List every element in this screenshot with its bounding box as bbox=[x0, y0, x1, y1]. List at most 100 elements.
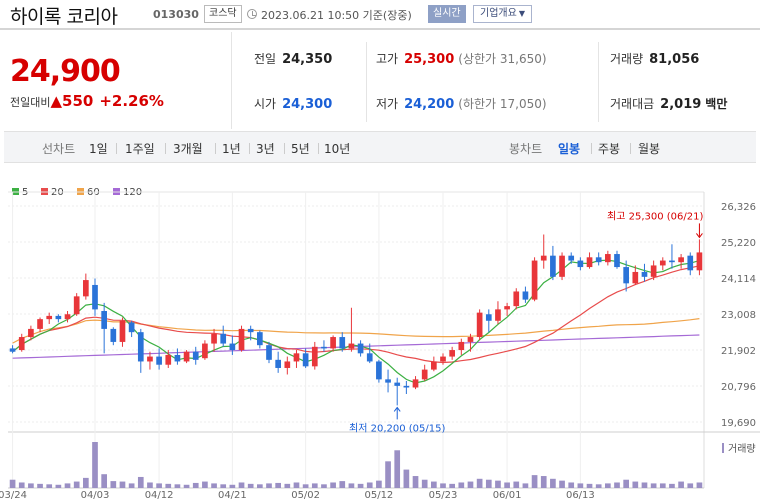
divider bbox=[318, 143, 319, 154]
prev-close-stat: 전일 24,350 bbox=[254, 50, 332, 67]
period-1y[interactable]: 1년 bbox=[222, 140, 241, 157]
candle-daily[interactable]: 일봉 bbox=[558, 140, 580, 157]
volume-bar bbox=[550, 478, 556, 488]
divider bbox=[116, 143, 117, 154]
amount-label: 거래대금 bbox=[610, 97, 655, 111]
divider bbox=[630, 143, 631, 154]
volume-bar bbox=[128, 483, 135, 488]
volume-bar bbox=[586, 483, 593, 488]
y-tick-label: 26,326 bbox=[721, 202, 756, 213]
candle-body bbox=[504, 306, 510, 310]
candle-body bbox=[366, 353, 373, 362]
x-tick-label: 03/24 bbox=[0, 490, 27, 501]
candle-body bbox=[202, 343, 208, 359]
candle-body bbox=[293, 353, 300, 362]
volume-bar bbox=[687, 483, 694, 488]
candle-body bbox=[330, 337, 336, 349]
low-annotation: 최저 20,200 (05/15) bbox=[349, 422, 445, 434]
candle-body bbox=[137, 332, 144, 362]
candle-body bbox=[421, 369, 428, 380]
volume-bar bbox=[431, 481, 437, 488]
volume-bar bbox=[540, 476, 547, 488]
candle-body bbox=[18, 337, 25, 351]
low-value: 24,200 bbox=[404, 97, 455, 112]
volume-stat: 거래량 81,056 bbox=[610, 50, 699, 67]
candle-body bbox=[650, 265, 657, 277]
candle-body bbox=[476, 312, 483, 338]
candle-monthly[interactable]: 월봉 bbox=[638, 140, 660, 157]
candle-body bbox=[577, 260, 584, 268]
candle-weekly[interactable]: 주봉 bbox=[598, 140, 620, 157]
y-tick-label: 20,796 bbox=[721, 382, 756, 393]
candle-body bbox=[568, 255, 575, 261]
volume-bar bbox=[385, 461, 391, 488]
volume-bar bbox=[238, 482, 245, 488]
company-overview-label: 기업개요 bbox=[480, 8, 517, 19]
price-chart[interactable]: 5206012026,32625,22024,11423,00821,90220… bbox=[0, 164, 760, 504]
volume-bar bbox=[623, 479, 629, 488]
price-block: 24,900 전일대비▲550 +2.26% bbox=[0, 32, 232, 129]
volume-bar bbox=[37, 483, 43, 488]
volume-bar bbox=[366, 482, 373, 488]
volume-bar bbox=[476, 478, 483, 488]
volume-bar bbox=[696, 482, 703, 488]
volume-bar bbox=[440, 483, 446, 488]
y-tick-label: 19,690 bbox=[721, 418, 756, 429]
period-3m[interactable]: 3개월 bbox=[173, 140, 203, 157]
period-10y[interactable]: 10년 bbox=[324, 140, 350, 157]
candle-body bbox=[229, 343, 236, 351]
volume-bar bbox=[321, 484, 327, 488]
volume-bar bbox=[485, 479, 492, 488]
volume-bar bbox=[495, 480, 501, 488]
x-tick-label: 05/12 bbox=[364, 490, 393, 501]
x-tick-label: 04/21 bbox=[218, 490, 247, 501]
volume-bar bbox=[577, 483, 584, 488]
volume-bar bbox=[403, 469, 410, 488]
volume-bar bbox=[119, 481, 126, 488]
volume-bar bbox=[412, 476, 419, 488]
volume-bar bbox=[632, 481, 639, 488]
volume-bar bbox=[595, 484, 602, 488]
y-tick-label: 23,008 bbox=[721, 310, 756, 321]
period-1w[interactable]: 1주일 bbox=[125, 140, 155, 157]
candle-body bbox=[659, 260, 666, 266]
volume-bar bbox=[559, 480, 565, 488]
volume-bar bbox=[266, 483, 272, 488]
candle-body bbox=[394, 382, 401, 386]
volume-bar bbox=[330, 482, 336, 488]
volume-bar bbox=[357, 483, 364, 488]
period-5y[interactable]: 5년 bbox=[291, 140, 310, 157]
volume-bar bbox=[513, 481, 520, 488]
x-tick-label: 05/23 bbox=[429, 490, 458, 501]
period-3y[interactable]: 3년 bbox=[256, 140, 275, 157]
volume-bar bbox=[504, 482, 510, 488]
company-overview-button[interactable]: 기업개요 ▼ bbox=[473, 5, 532, 23]
volume-bar bbox=[229, 484, 236, 488]
change-label: 전일대비 bbox=[10, 96, 51, 109]
period-1d[interactable]: 1일 bbox=[89, 140, 108, 157]
candle-body bbox=[192, 351, 199, 360]
volume-bar bbox=[458, 482, 465, 488]
candle-body bbox=[641, 271, 648, 277]
candle-body bbox=[302, 353, 309, 367]
volume-bar bbox=[614, 482, 620, 488]
divider bbox=[249, 143, 250, 154]
candle-body bbox=[55, 315, 62, 320]
divider bbox=[366, 42, 367, 122]
market-badge: 코스닥 bbox=[204, 5, 242, 23]
volume-bar bbox=[147, 482, 153, 488]
volume-bar bbox=[211, 483, 217, 488]
volume-bar bbox=[73, 481, 80, 488]
candle-body bbox=[92, 284, 98, 310]
realtime-button[interactable]: 실시간 bbox=[428, 5, 466, 23]
candle-body bbox=[9, 348, 16, 352]
candle-body bbox=[431, 361, 437, 370]
volume-bar bbox=[92, 442, 98, 488]
candle-body bbox=[183, 351, 190, 362]
candle-body bbox=[220, 333, 227, 344]
volume-bar bbox=[83, 477, 89, 488]
volume-bar bbox=[302, 484, 309, 488]
divider bbox=[591, 143, 592, 154]
candle-body bbox=[28, 328, 34, 338]
candle-body bbox=[586, 257, 593, 268]
